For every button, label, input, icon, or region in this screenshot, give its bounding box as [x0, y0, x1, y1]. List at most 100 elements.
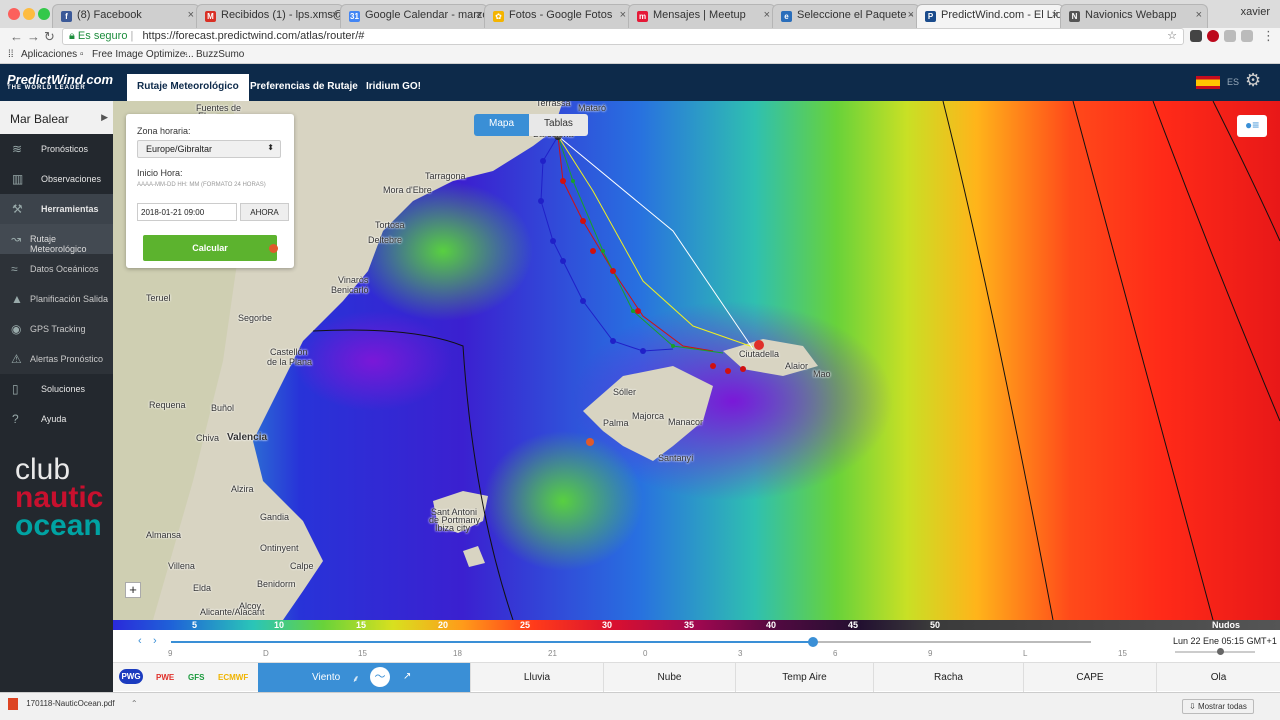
close-tab-icon[interactable]: ×: [1052, 9, 1058, 21]
bookmark-buzzsumo[interactable]: BuzzSumo: [196, 49, 244, 60]
legend-value: 50: [930, 620, 941, 630]
url-input[interactable]: 🔒︎ Es seguro | https://forecast.predictw…: [62, 28, 1184, 45]
bookmark-apps[interactable]: Aplicaciones: [21, 49, 77, 60]
extension-icon[interactable]: [1224, 30, 1236, 42]
zoom-in-button[interactable]: +: [125, 582, 141, 598]
tab-weather-routing[interactable]: Rutaje Meteorológico: [127, 74, 249, 102]
close-tab-icon[interactable]: ×: [188, 9, 194, 21]
now-button[interactable]: AHORA: [240, 203, 289, 221]
tab-iridium-go[interactable]: Iridium GO!: [356, 73, 431, 101]
pinterest-icon[interactable]: [1207, 30, 1219, 42]
browser-tab[interactable]: 31 Google Calendar - marzo ×: [340, 4, 488, 28]
bookmark-image-optimizer[interactable]: Free Image Optimize...: [92, 49, 194, 60]
language-code[interactable]: ES: [1227, 77, 1239, 87]
map-place-label: Ontinyent: [260, 543, 299, 553]
time-remaining[interactable]: [812, 641, 1091, 643]
sidebar-item-forecast-alerts[interactable]: ⚠ Alertas Pronóstico: [0, 344, 113, 374]
sidebar-item-forecasts[interactable]: ≋ Pronósticos: [0, 134, 113, 164]
time-handle[interactable]: [808, 637, 818, 647]
tab-map[interactable]: Mapa: [474, 114, 530, 136]
close-tab-icon[interactable]: ×: [908, 9, 914, 21]
chevron-right-icon[interactable]: ›: [153, 635, 157, 647]
layers-button[interactable]: ●≡: [1237, 115, 1267, 137]
browser-tab[interactable]: M Recibidos (1) - lps.xms@gm×: [196, 4, 344, 28]
extension-icon[interactable]: [1241, 30, 1253, 42]
extension-icon[interactable]: [1190, 30, 1202, 42]
model-pwe[interactable]: PWE: [156, 673, 174, 682]
spain-flag-icon[interactable]: [1196, 76, 1220, 89]
browser-tab[interactable]: P PredictWind.com - El Líder M×: [916, 4, 1064, 28]
weather-routing-icon: ↝: [11, 232, 22, 246]
model-ecmwf[interactable]: ECMWF: [218, 673, 248, 682]
forward-icon[interactable]: →: [27, 29, 40, 44]
tab-title: Google Calendar - marzo: [365, 9, 488, 21]
browser-tab[interactable]: f (8) Facebook ×: [52, 4, 200, 28]
predictwind-logo[interactable]: PredictWind.com THE WORLD LEADER: [7, 72, 113, 91]
close-tab-icon[interactable]: ×: [332, 9, 338, 21]
sidebar-item-observations[interactable]: ▥ Observaciones: [0, 164, 113, 194]
model-gfs[interactable]: GFS: [188, 673, 204, 682]
sidebar-item-ocean-data[interactable]: ≈ Datos Oceánicos: [0, 254, 113, 284]
sidebar-item-weather-routing[interactable]: ↝ Rutaje Meteorológico: [0, 224, 113, 254]
sidebar-item-gps-tracking[interactable]: ◉ GPS Tracking: [0, 314, 113, 344]
param-button[interactable]: Nube: [603, 663, 735, 692]
map-place-label: Vinaròs: [338, 275, 369, 285]
gear-icon[interactable]: ⚙: [1245, 70, 1261, 91]
back-icon[interactable]: ←: [10, 29, 23, 44]
reload-icon[interactable]: ↻: [44, 29, 55, 45]
chevron-left-icon[interactable]: ‹: [138, 635, 142, 647]
browser-tab[interactable]: e Seleccione el Paquete - Pre ×: [772, 4, 920, 28]
map-place-label: Alcoy: [239, 601, 262, 611]
sidebar-item-tools[interactable]: ⚒ Herramientas: [0, 194, 113, 224]
routing-panel: Zona horaria: Europe/Gibraltar ⬍ Inicio …: [126, 114, 294, 268]
sidebar-item-help[interactable]: ? Ayuda: [0, 404, 113, 434]
favicon-icon: m: [637, 11, 648, 22]
animation-speed-slider[interactable]: [1175, 648, 1255, 655]
start-time-input[interactable]: 2018-01-21 09:00: [137, 203, 237, 221]
favicon-icon: N: [1069, 11, 1080, 22]
browser-tab[interactable]: ✿ Fotos - Google Fotos ×: [484, 4, 632, 28]
apps-icon[interactable]: ⁞⁞: [8, 49, 14, 60]
sidebar-item-solutions[interactable]: ▯ Soluciones: [0, 374, 113, 404]
wind-particles-icon[interactable]: 〜: [370, 667, 390, 687]
param-button[interactable]: Temp Aire: [735, 663, 873, 692]
address-bar: ← → ↻ 🔒︎ Es seguro | https://forecast.pr…: [0, 28, 1280, 46]
time-tick: 18: [453, 649, 462, 658]
close-window-button[interactable]: [8, 8, 20, 20]
param-button[interactable]: Lluvia: [470, 663, 603, 692]
wind-barb-icon[interactable]: ⸙: [352, 671, 360, 685]
time-tick: 6: [833, 649, 838, 658]
param-button[interactable]: Ola: [1156, 663, 1280, 692]
sidebar-item-departure-planning[interactable]: ▲ Planificación Salida: [0, 284, 113, 314]
param-wind[interactable]: Viento ⸙ 〜 ↗: [258, 663, 470, 692]
menu-icon[interactable]: ⋮: [1262, 28, 1275, 44]
close-tab-icon[interactable]: ×: [620, 9, 626, 21]
profile-name[interactable]: xavier: [1241, 6, 1270, 18]
maximize-window-button[interactable]: [38, 8, 50, 20]
download-item[interactable]: 170118-NauticOcean.pdf ⌃: [8, 698, 138, 710]
browser-tab[interactable]: N Navionics Webapp ×: [1060, 4, 1208, 28]
forecasts-icon: ≋: [12, 142, 23, 156]
browser-tab[interactable]: m Mensajes | Meetup ×: [628, 4, 776, 28]
minimize-window-button[interactable]: [23, 8, 35, 20]
tab-routing-preferences[interactable]: Preferencias de Rutaje: [240, 73, 368, 101]
info-badge-icon[interactable]: [269, 244, 278, 253]
region-selector[interactable]: Mar Balear ▶: [0, 101, 113, 134]
close-tab-icon[interactable]: ×: [1196, 9, 1202, 21]
calculate-button[interactable]: Calcular: [143, 235, 277, 261]
close-tab-icon[interactable]: ×: [476, 9, 482, 21]
close-tab-icon[interactable]: ×: [764, 9, 770, 21]
time-progress[interactable]: [171, 641, 812, 643]
map-place-label: Santanyí: [658, 453, 694, 463]
legend-value: 10: [274, 620, 285, 630]
param-button[interactable]: CAPE: [1023, 663, 1156, 692]
chevron-up-icon[interactable]: ⌃: [131, 699, 138, 708]
show-all-downloads-button[interactable]: ⇩ Mostrar todas: [1182, 699, 1254, 714]
bookmark-star-icon[interactable]: ☆: [1167, 29, 1177, 44]
wind-arrow-icon[interactable]: ↗: [403, 671, 411, 682]
timezone-select[interactable]: Europe/Gibraltar ⬍: [137, 140, 281, 158]
model-pwg[interactable]: PWG: [119, 669, 143, 684]
param-button[interactable]: Racha: [873, 663, 1023, 692]
map-place-label: Ibiza city: [435, 523, 471, 533]
tab-tables[interactable]: Tablas: [529, 114, 588, 136]
